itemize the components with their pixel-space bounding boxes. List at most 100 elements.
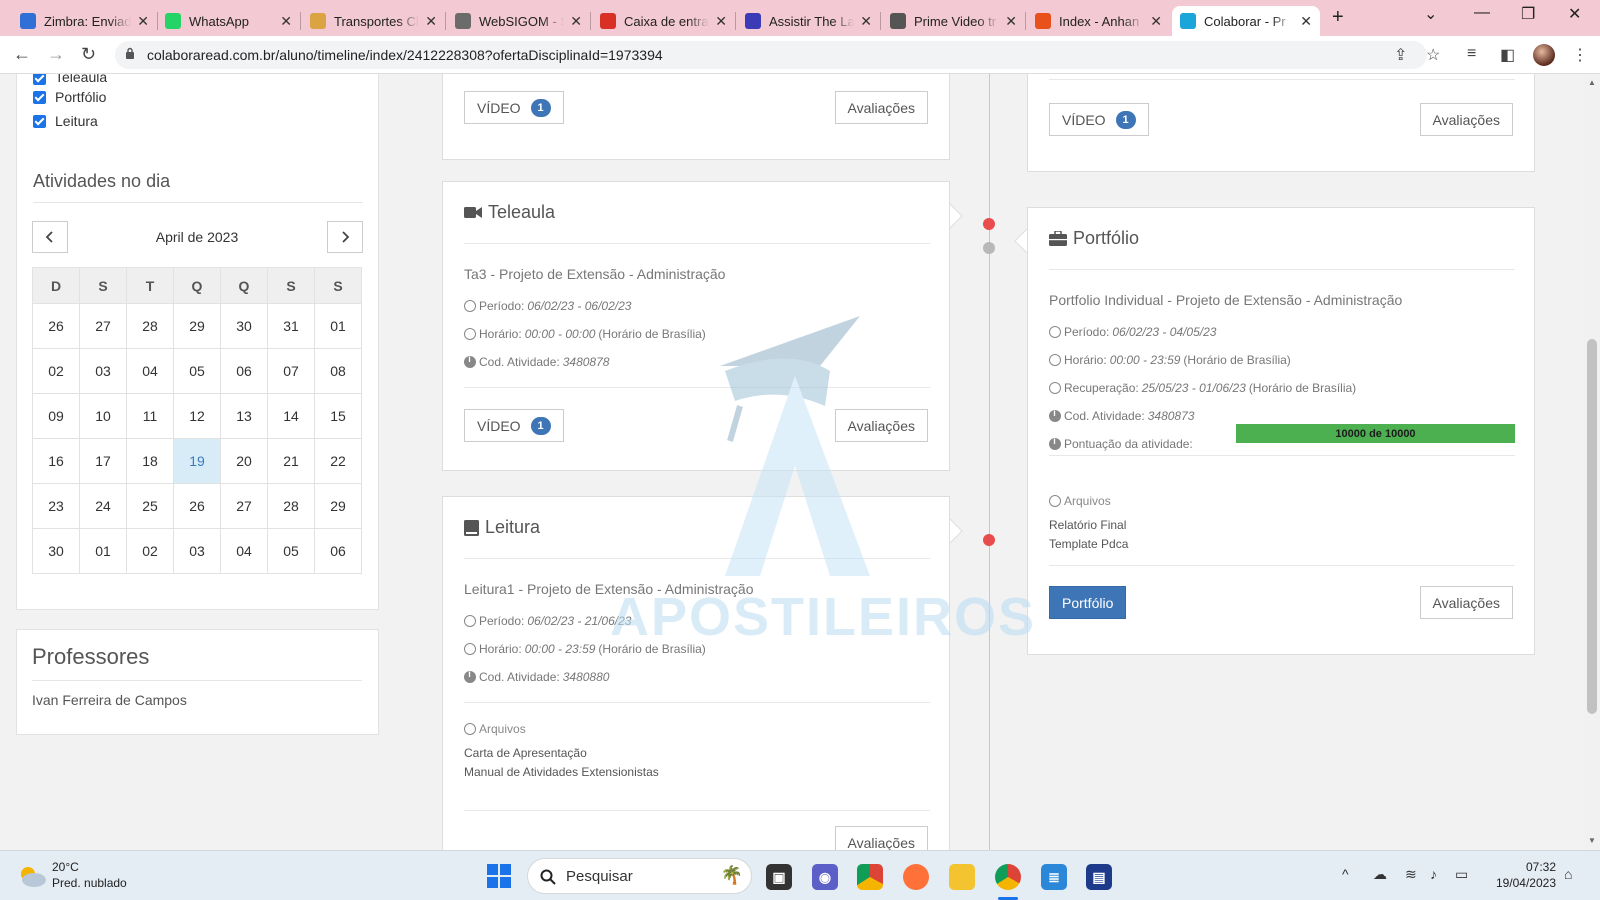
calendar-day[interactable]: 23 xyxy=(32,483,80,529)
scroll-down-icon[interactable]: ▼ xyxy=(1588,836,1596,845)
close-tab-icon[interactable]: ✕ xyxy=(570,13,582,30)
browser-tab[interactable]: WhatsApp ✕ xyxy=(157,6,300,36)
close-tab-icon[interactable]: ✕ xyxy=(715,13,727,30)
video-button[interactable]: VÍDEO 1 xyxy=(464,91,564,124)
windows-start-icon[interactable] xyxy=(487,864,511,888)
tray-chevron-icon[interactable]: ^ xyxy=(1342,866,1349,882)
scrollbar-thumb[interactable] xyxy=(1587,339,1597,714)
taskbar-clock[interactable]: 07:32 19/04/2023 xyxy=(1488,859,1556,891)
maximize-button[interactable]: ❐ xyxy=(1521,4,1535,24)
menu-icon[interactable]: ⋮ xyxy=(1572,45,1588,65)
calendar-day[interactable]: 04 xyxy=(220,528,268,574)
taskbar-search[interactable]: Pesquisar 🌴 xyxy=(527,858,752,894)
calendar-day[interactable]: 28 xyxy=(267,483,315,529)
share-icon[interactable]: ⇪ xyxy=(1394,45,1407,65)
evaluations-button[interactable]: Avaliações xyxy=(1419,103,1513,136)
file-link[interactable]: Relatório Final xyxy=(1049,518,1128,537)
browser-tab[interactable]: Colaborar - Pr ✕ xyxy=(1172,6,1320,36)
notifications-icon[interactable]: ⌂ xyxy=(1564,866,1572,882)
calendar-day[interactable]: 21 xyxy=(267,438,315,484)
calendar-day[interactable]: 27 xyxy=(79,303,127,349)
weather-cloud-icon[interactable] xyxy=(16,863,48,889)
notepad-icon[interactable]: ≣ xyxy=(1041,864,1067,890)
calendar-day[interactable]: 02 xyxy=(32,348,80,394)
calendar-day[interactable]: 26 xyxy=(32,303,80,349)
media-control-icon[interactable]: ≡ xyxy=(1467,45,1476,63)
calendar-day[interactable]: 04 xyxy=(126,348,174,394)
close-tab-icon[interactable]: ✕ xyxy=(860,13,872,30)
calendar-day[interactable]: 31 xyxy=(267,303,315,349)
task-view-icon[interactable]: ▣ xyxy=(766,864,792,890)
side-panel-icon[interactable]: ◧ xyxy=(1500,45,1515,65)
checkbox-icon[interactable] xyxy=(33,74,46,85)
filter-portfolio[interactable]: Portfólio xyxy=(33,85,107,109)
checkbox-icon[interactable] xyxy=(33,114,46,128)
browser-tab[interactable]: Prime Video tr ✕ xyxy=(882,6,1025,36)
calendar-day[interactable]: 05 xyxy=(173,348,221,394)
browser-tab[interactable]: Zimbra: Enviad ✕ xyxy=(12,6,157,36)
evaluations-button[interactable]: Avaliações xyxy=(834,409,928,442)
calendar-day[interactable]: 13 xyxy=(220,393,268,439)
calendar-day[interactable]: 28 xyxy=(126,303,174,349)
address-bar[interactable]: colaboraread.com.br/aluno/timeline/index… xyxy=(115,41,1427,69)
video-button[interactable]: VÍDEO 1 xyxy=(1049,103,1149,136)
page-scrollbar[interactable]: ▲ ▼ xyxy=(1584,74,1600,850)
calendar-day[interactable]: 20 xyxy=(220,438,268,484)
weather-widget[interactable]: 20°C Pred. nublado xyxy=(52,859,127,891)
close-tab-icon[interactable]: ✕ xyxy=(1005,13,1017,30)
filter-teleaula[interactable]: Teleaula xyxy=(33,74,107,85)
file-explorer-icon[interactable] xyxy=(949,864,975,890)
calendar-day[interactable]: 06 xyxy=(314,528,362,574)
back-icon[interactable]: ← xyxy=(13,44,31,65)
calendar-next-button[interactable] xyxy=(327,221,363,253)
new-tab-button[interactable]: + xyxy=(1332,6,1344,29)
calendar-day[interactable]: 30 xyxy=(220,303,268,349)
firefox-icon[interactable] xyxy=(903,864,929,890)
calendar-day[interactable]: 18 xyxy=(126,438,174,484)
onedrive-icon[interactable]: ☁ xyxy=(1373,866,1387,883)
minimize-button[interactable]: — xyxy=(1474,4,1490,22)
close-tab-icon[interactable]: ✕ xyxy=(137,13,149,30)
calendar-day[interactable]: 12 xyxy=(173,393,221,439)
file-link[interactable]: Template Pdca xyxy=(1049,537,1128,556)
file-link[interactable]: Carta de Apresentação xyxy=(464,746,659,765)
close-window-button[interactable]: ✕ xyxy=(1568,4,1581,24)
calendar-day[interactable]: 01 xyxy=(79,528,127,574)
calendar-day[interactable]: 02 xyxy=(126,528,174,574)
calendar-day[interactable]: 10 xyxy=(79,393,127,439)
calendar-day[interactable]: 30 xyxy=(32,528,80,574)
calendar-day[interactable]: 03 xyxy=(173,528,221,574)
calendar-day[interactable]: 26 xyxy=(173,483,221,529)
close-tab-icon[interactable]: ✕ xyxy=(1300,13,1312,30)
calendar-day[interactable]: 27 xyxy=(220,483,268,529)
close-tab-icon[interactable]: ✕ xyxy=(280,13,292,30)
bookmark-star-icon[interactable]: ☆ xyxy=(1426,45,1440,65)
evaluations-button[interactable]: Avaliações xyxy=(834,91,928,124)
tab-search-icon[interactable]: ⌄ xyxy=(1424,4,1437,24)
browser-tab[interactable]: WebSIGOM - S ✕ xyxy=(447,6,590,36)
close-tab-icon[interactable]: ✕ xyxy=(425,13,437,30)
calendar-day[interactable]: 11 xyxy=(126,393,174,439)
calendar-day[interactable]: 06 xyxy=(220,348,268,394)
chrome-active-icon[interactable] xyxy=(995,864,1021,890)
evaluations-button[interactable]: Avaliações xyxy=(834,826,928,850)
forward-icon[interactable]: → xyxy=(47,44,65,65)
calendar-day[interactable]: 24 xyxy=(79,483,127,529)
close-tab-icon[interactable]: ✕ xyxy=(1150,13,1162,30)
calendar-day[interactable]: 08 xyxy=(314,348,362,394)
calendar-day[interactable]: 05 xyxy=(267,528,315,574)
filter-leitura[interactable]: Leitura xyxy=(33,109,107,133)
wifi-icon[interactable]: ≋ xyxy=(1405,866,1417,883)
pc-app-icon[interactable]: ▤ xyxy=(1086,864,1112,890)
calendar-day[interactable]: 16 xyxy=(32,438,80,484)
calendar-day[interactable]: 25 xyxy=(126,483,174,529)
calendar-day[interactable]: 03 xyxy=(79,348,127,394)
calendar-day[interactable]: 22 xyxy=(314,438,362,484)
portfolio-button[interactable]: Portfólio xyxy=(1049,586,1127,619)
profile-avatar[interactable] xyxy=(1533,44,1555,66)
calendar-day[interactable]: 09 xyxy=(32,393,80,439)
calendar-day[interactable]: 01 xyxy=(314,303,362,349)
file-link[interactable]: Manual de Atividades Extensionistas xyxy=(464,765,659,784)
browser-tab[interactable]: Assistir The La ✕ xyxy=(737,6,880,36)
video-button[interactable]: VÍDEO 1 xyxy=(464,409,564,442)
